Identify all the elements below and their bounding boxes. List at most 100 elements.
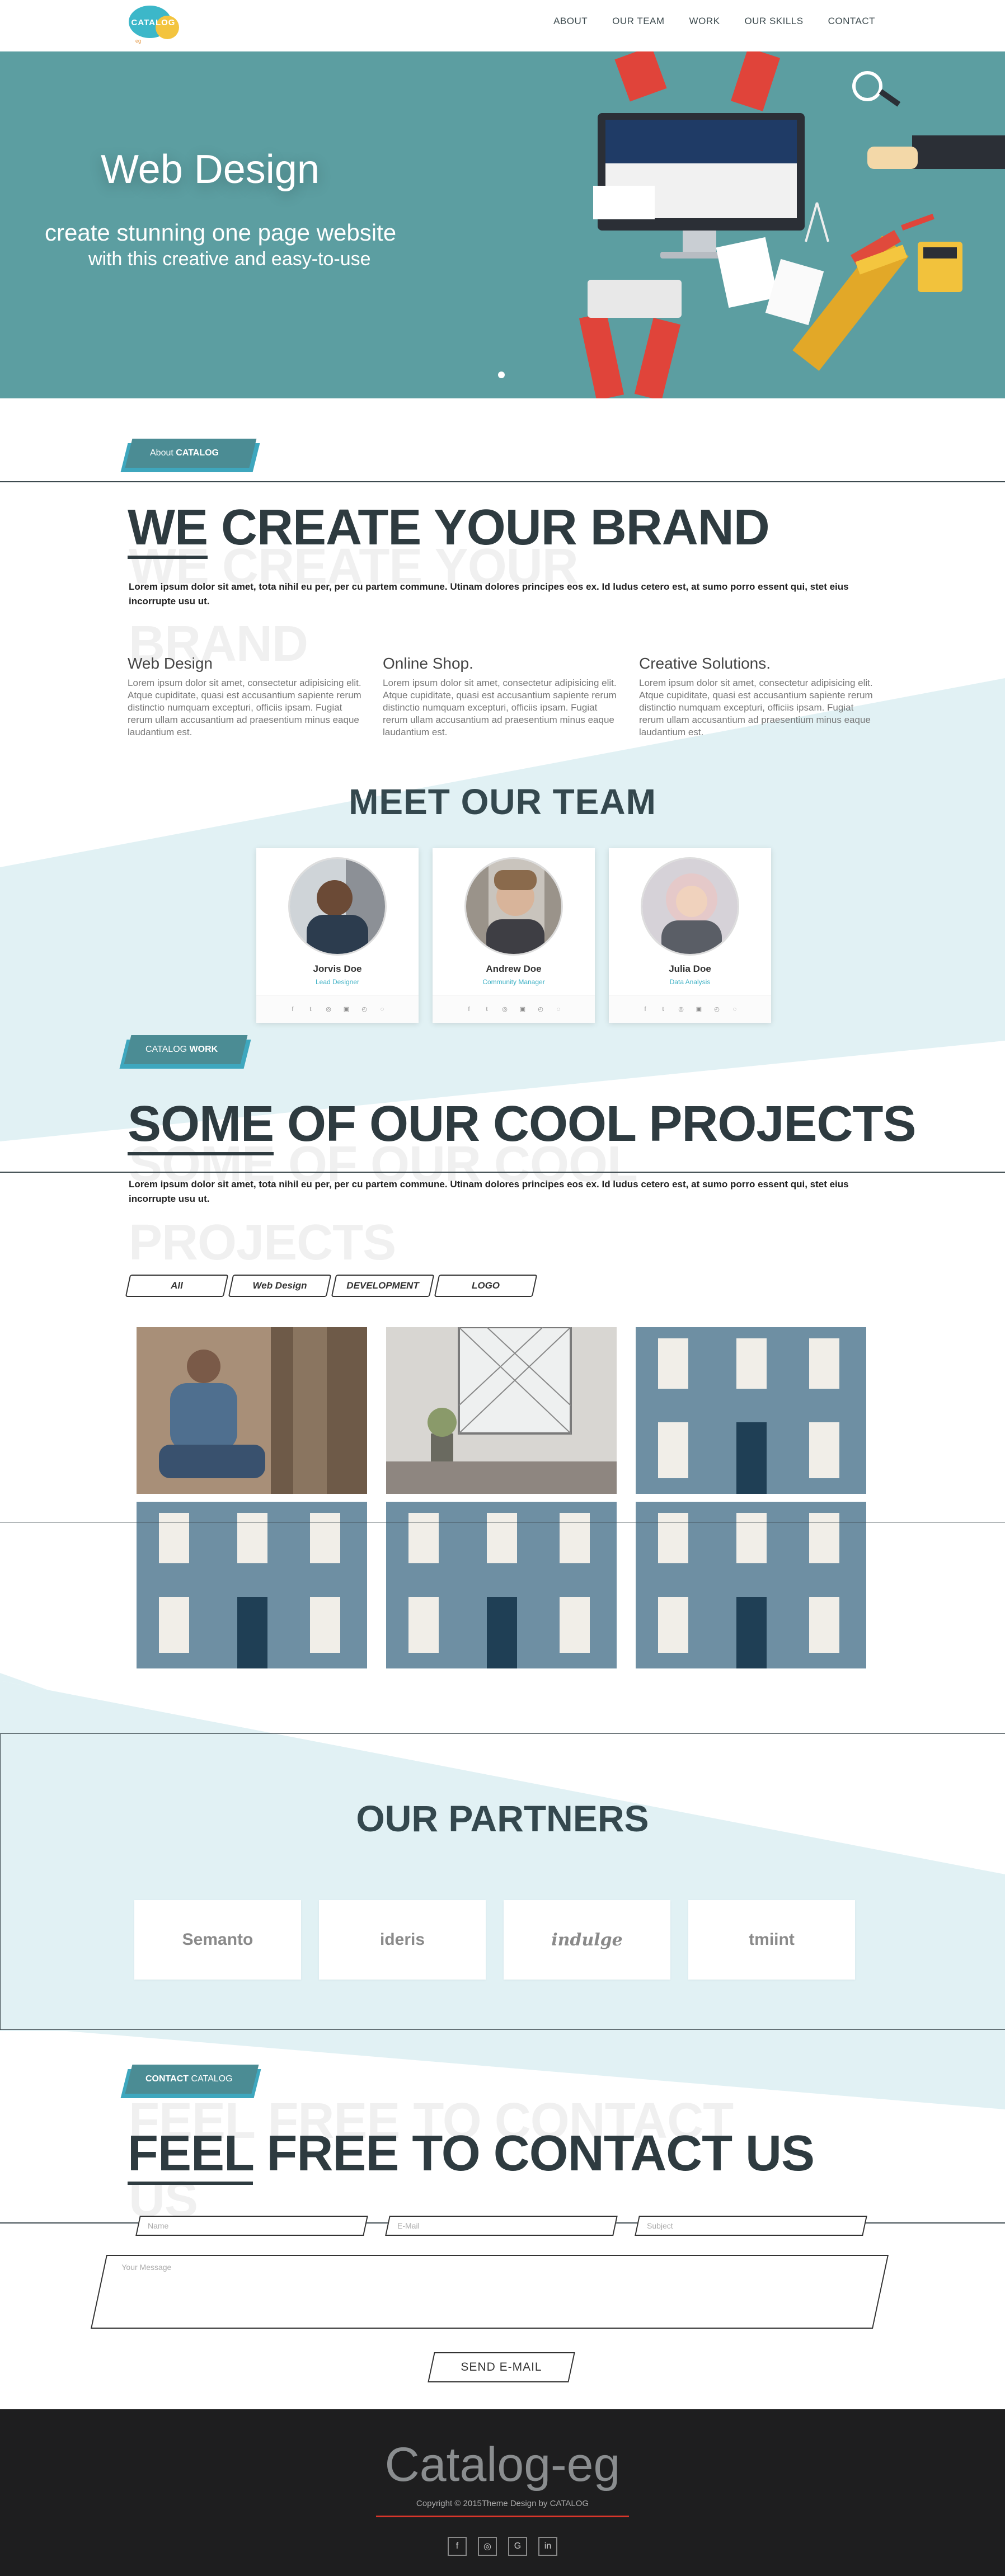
filter-web-design[interactable]: Web Design [228,1275,332,1297]
partners-title: OUR PARTNERS [356,1798,649,1839]
contact-tag-suffix: CATALOG [189,2074,233,2084]
about-tag-bold: CATALOG [176,448,219,458]
mail-icon[interactable]: ▣ [341,1005,351,1013]
send-email-button[interactable]: SEND E-MAIL [428,2352,575,2382]
name-field[interactable]: Name [135,2216,368,2236]
twitter-icon[interactable]: t [658,1006,668,1013]
work-title-rest: OF OUR COOL PROJECTS [274,1096,916,1152]
mail-icon[interactable]: ▣ [518,1005,528,1013]
social-links: f t ◎ ▣ ◴ ◌ [256,995,419,1023]
project-photo-window[interactable] [386,1327,617,1494]
instagram-icon[interactable]: ◎ [500,1005,510,1013]
linkedin-icon[interactable]: in [538,2537,557,2556]
section-divider [0,1172,1005,1173]
service-creative-solutions: Creative Solutions. Lorem ipsum dolor si… [639,655,880,739]
team-card-jorvis: Jorvis Doe Lead Designer f t ◎ ▣ ◴ ◌ [256,848,419,1023]
service-title: Creative Solutions. [639,655,771,672]
nav-link-contact[interactable]: CONTACT [828,16,875,27]
nav-link-our-team[interactable]: OUR TEAM [612,16,664,27]
logo-text: CATALOG [131,18,176,27]
service-web-design: Web Design Lorem ipsum dolor sit amet, c… [128,655,368,739]
work-tag-prefix: CATALOG [145,1045,190,1054]
footer-social-links: f ◎ G in [0,2537,1005,2556]
member-name: Jorvis Doe [313,963,362,974]
hero-title: Web Design [101,147,320,192]
member-role: Community Manager [482,978,545,986]
partner-logo-ideris[interactable]: ideris [319,1900,486,1980]
project-photo-building-2[interactable] [137,1502,367,1668]
google-icon[interactable]: G [508,2537,527,2556]
project-photo-building-4[interactable] [636,1502,866,1668]
work-lead-text: Lorem ipsum dolor sit amet, tota nihil e… [129,1179,849,1204]
catalog-logo[interactable]: CATALOG eg [124,3,187,48]
social-links: f t ◎ ▣ ◴ ◌ [609,995,771,1023]
social-links: f t ◎ ▣ ◴ ◌ [433,995,595,1023]
email-field[interactable]: E-Mail [385,2216,618,2236]
hero-subtitle-line1: create stunning one page website [45,219,397,246]
project-photo-building-1[interactable] [636,1327,866,1494]
contact-title-underlined: FEEL [128,2126,253,2185]
partner-logo-semanto[interactable]: Semanto [134,1900,301,1980]
message-field[interactable]: Your Message [90,2255,889,2329]
avatar [641,857,739,956]
subject-field[interactable]: Subject [635,2216,867,2236]
top-navbar: CATALOG eg ABOUT OUR TEAM WORK OUR SKILL… [0,0,1005,51]
work-title-underlined: SOME [128,1096,274,1155]
twitter-icon[interactable]: t [306,1006,316,1013]
footer: Catalog-eg Copyright © 2015Theme Design … [0,2409,1005,2576]
about-tag-prefix: About [150,448,176,458]
facebook-icon[interactable]: f [288,1006,298,1013]
member-name: Andrew Doe [486,963,542,974]
hero-subtitle-line2: with this creative and easy-to-use [88,248,371,270]
filter-all[interactable]: All [125,1275,229,1297]
nav-link-our-skills[interactable]: OUR SKILLS [744,16,803,27]
project-photo-man-sitting[interactable] [137,1327,367,1494]
service-text: Lorem ipsum dolor sit amet, consectetur … [128,678,361,737]
logo-subtext: eg [135,38,142,44]
main-menu: ABOUT OUR TEAM WORK OUR SKILLS CONTACT [553,16,875,27]
instagram-icon[interactable]: ◎ [478,2537,497,2556]
about-title-underlined: WE [128,500,208,559]
twitter-icon[interactable]: t [482,1006,492,1013]
team-title: MEET OUR TEAM [349,782,656,822]
clock-icon[interactable]: ◴ [536,1005,546,1013]
work-title: SOME OF OUR COOL PROJECTS [128,1096,917,1155]
clock-icon[interactable]: ◴ [359,1005,369,1013]
footer-copyright: Copyright © 2015Theme Design by CATALOG [416,2499,589,2508]
member-role: Data Analysis [669,978,711,986]
team-card-julia: Julia Doe Data Analysis f t ◎ ▣ ◴ ◌ [609,848,771,1023]
service-text: Lorem ipsum dolor sit amet, consectetur … [383,678,617,737]
member-name: Julia Doe [669,963,711,974]
about-title-rest: CREATE YOUR BRAND [207,500,770,556]
facebook-icon[interactable]: f [448,2537,467,2556]
filter-logo[interactable]: LOGO [434,1275,538,1297]
service-text: Lorem ipsum dolor sit amet, consectetur … [639,678,873,737]
contact-title-rest: FREE TO CONTACT US [253,2126,815,2182]
facebook-icon[interactable]: f [640,1006,650,1013]
partner-logo-tmiint[interactable]: tmiint [688,1900,855,1980]
member-role: Lead Designer [315,978,360,986]
filter-development[interactable]: DEVELOPMENT [331,1275,435,1297]
mail-icon[interactable]: ▣ [694,1005,704,1013]
contact-tag-bold: CONTACT [145,2074,189,2084]
clock-icon[interactable]: ◴ [712,1005,722,1013]
work-ghost-title-2: PROJECTS [129,1215,396,1271]
about-section-tag: About CATALOG [120,439,260,472]
partner-logo-indulge[interactable]: indulge [504,1900,670,1980]
avatar [288,857,387,956]
partners-frame [0,1733,1005,2030]
avatar [464,857,563,956]
project-photo-building-3[interactable] [386,1502,617,1668]
link-icon[interactable]: ◌ [730,1006,740,1013]
link-icon[interactable]: ◌ [377,1006,387,1013]
about-lead-text: Lorem ipsum dolor sit amet, tota nihil e… [129,581,849,607]
facebook-icon[interactable]: f [464,1006,474,1013]
work-section-tag: CATALOG WORK [119,1035,252,1069]
instagram-icon[interactable]: ◎ [676,1005,686,1013]
slider-dot[interactable] [498,372,505,378]
instagram-icon[interactable]: ◎ [323,1005,334,1013]
hero-illustration [554,51,1005,398]
nav-link-about[interactable]: ABOUT [553,16,588,27]
link-icon[interactable]: ◌ [553,1006,563,1013]
nav-link-work[interactable]: WORK [689,16,720,27]
